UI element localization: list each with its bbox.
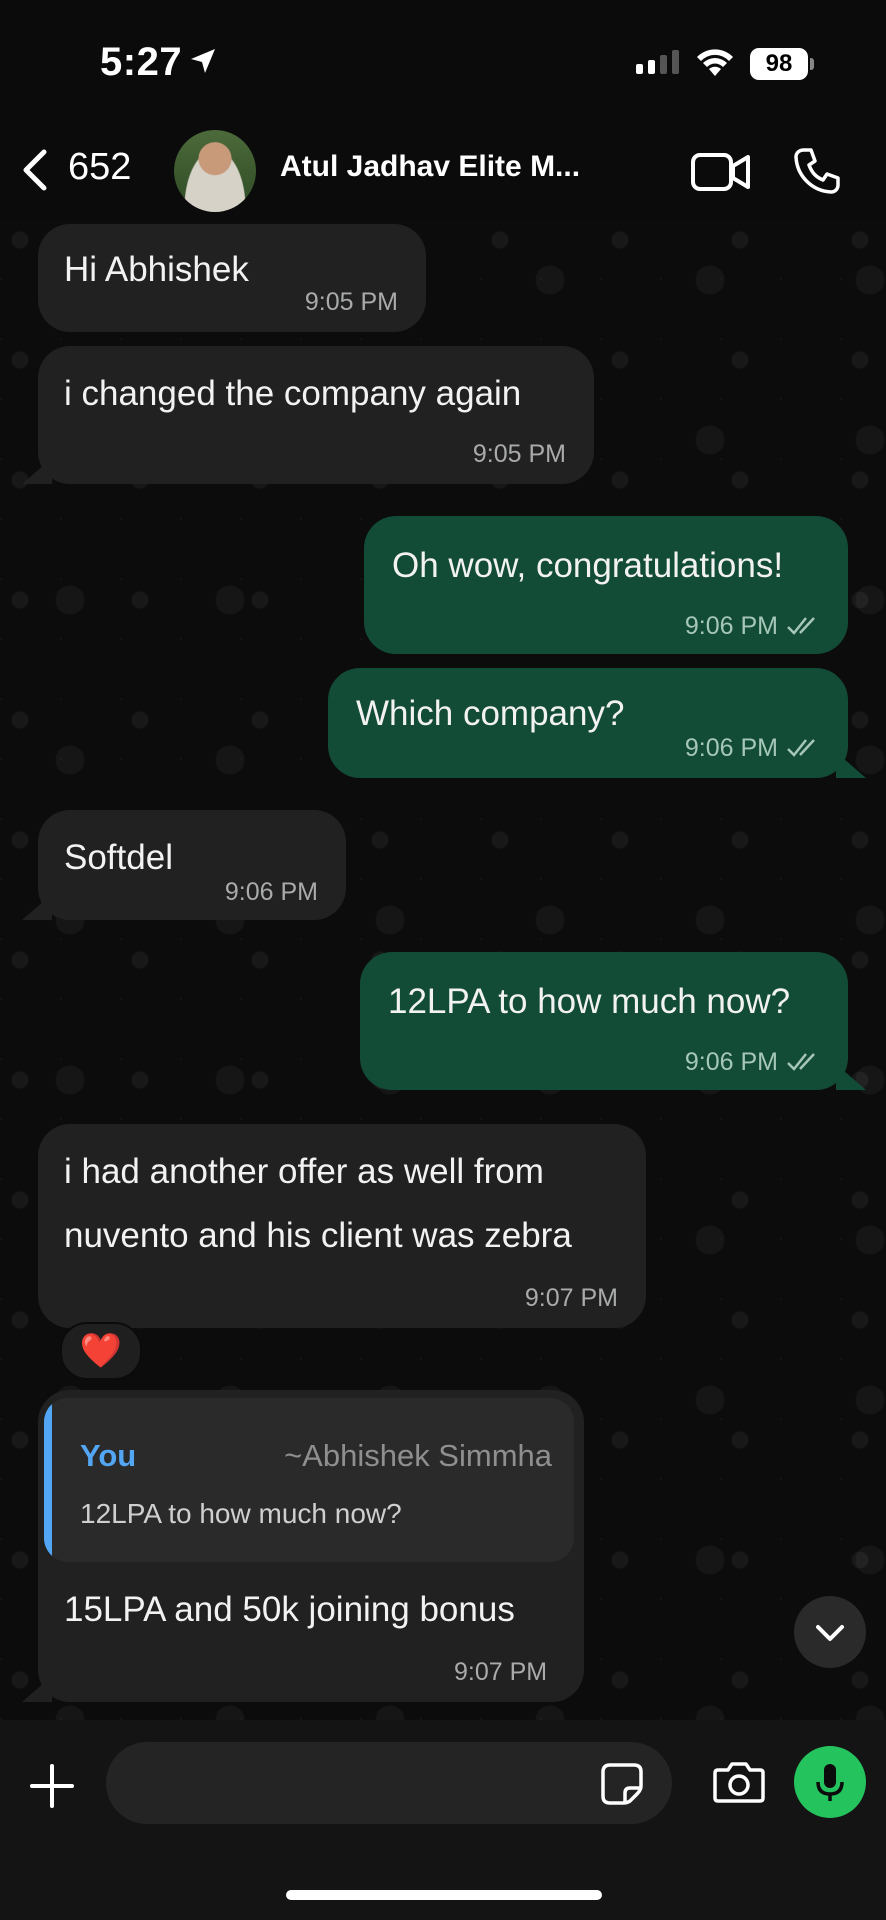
message-bubble-outgoing[interactable]: 12LPA to how much now? 9:06 PM (360, 952, 848, 1090)
chat-header: 652 Atul Jadhav Elite M... (0, 110, 886, 220)
message-bubble-outgoing[interactable]: Oh wow, congratulations! 9:06 PM (364, 516, 848, 654)
message-time: 9:05 PM (472, 440, 566, 468)
status-bar: 5:27 98 (0, 0, 886, 110)
location-arrow-icon (191, 49, 215, 73)
message-text: 12LPA to how much now? (388, 982, 791, 1021)
plus-icon[interactable] (28, 1762, 76, 1810)
quote-author: You (80, 1438, 137, 1473)
phone-call-icon[interactable] (792, 146, 842, 196)
message-bubble-incoming[interactable]: i had another offer as well from nuvento… (38, 1124, 646, 1328)
message-text: Softdel (64, 838, 173, 877)
read-receipt-icon (787, 739, 815, 757)
quote-text: 12LPA to how much now? (80, 1498, 402, 1529)
battery-nub (810, 58, 814, 70)
sticker-icon[interactable] (600, 1762, 644, 1806)
message-composer (0, 1720, 886, 1920)
quoted-reply[interactable]: You ~Abhishek Simmha 12LPA to how much n… (44, 1398, 574, 1562)
contact-name[interactable]: Atul Jadhav Elite M... (280, 150, 600, 184)
home-indicator (286, 1890, 602, 1900)
scroll-to-bottom-button[interactable] (794, 1596, 866, 1668)
message-text: Which company? (356, 694, 625, 733)
message-text: i changed the company again (64, 374, 522, 413)
status-time: 5:27 (100, 40, 183, 84)
message-text: Hi Abhishek (64, 250, 249, 289)
message-time: 9:07 PM (524, 1284, 618, 1312)
message-bubble-incoming[interactable]: Hi Abhishek 9:05 PM (38, 224, 426, 332)
unread-count[interactable]: 652 (68, 146, 131, 189)
quote-accent-bar (44, 1398, 52, 1562)
message-time: 9:06 PM (684, 1048, 778, 1076)
wifi-icon (697, 49, 733, 76)
camera-icon[interactable] (712, 1760, 766, 1804)
message-time: 9:06 PM (684, 734, 778, 762)
quote-sender-name: ~Abhishek Simmha (284, 1438, 552, 1473)
message-time: 9:06 PM (224, 878, 318, 906)
heart-reaction[interactable]: ❤️ (60, 1322, 142, 1380)
video-call-icon[interactable] (690, 150, 752, 194)
message-bubble-outgoing[interactable]: Which company? 9:06 PM (328, 668, 848, 778)
voice-message-button[interactable] (794, 1746, 866, 1818)
message-text-line: i had another offer as well from (64, 1152, 544, 1191)
microphone-icon (816, 1764, 844, 1801)
read-receipt-icon (787, 617, 815, 635)
message-bubble-incoming[interactable]: Softdel 9:06 PM (38, 810, 346, 920)
message-time: 9:06 PM (684, 612, 778, 640)
message-bubble-incoming[interactable]: i changed the company again 9:05 PM (38, 346, 594, 484)
cellular-signal-icon (636, 50, 679, 74)
contact-avatar[interactable] (174, 130, 256, 212)
message-time: 9:07 PM (454, 1658, 548, 1686)
battery-indicator: 98 (750, 48, 808, 80)
back-chevron-icon[interactable] (18, 148, 52, 192)
read-receipt-icon (787, 1053, 815, 1071)
chevron-down-icon (816, 1625, 844, 1641)
message-input[interactable] (106, 1742, 672, 1824)
message-text-line: nuvento and his client was zebra (64, 1216, 572, 1255)
message-time: 9:05 PM (304, 288, 398, 316)
message-text: Oh wow, congratulations! (392, 546, 784, 585)
message-text: 15LPA and 50k joining bonus (64, 1590, 515, 1629)
